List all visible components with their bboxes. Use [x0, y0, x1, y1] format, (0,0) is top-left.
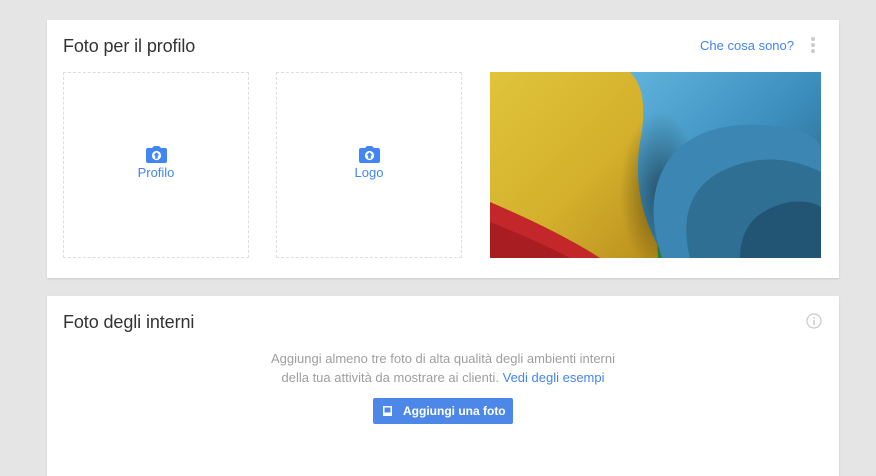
- add-photo-button[interactable]: Aggiungi una foto: [373, 398, 513, 424]
- interior-photos-title: Foto degli interni: [63, 312, 195, 332]
- what-are-these-link[interactable]: Che cosa sono?: [700, 38, 794, 53]
- logo-upload[interactable]: Logo: [276, 72, 462, 258]
- profile-photo-upload[interactable]: Profilo: [63, 72, 249, 258]
- profile-photos-card: Foto per il profilo Che cosa sono? Profi…: [47, 20, 839, 278]
- camera-icon: [358, 146, 380, 163]
- description-line-2: della tua attività da mostrare ai client…: [47, 368, 839, 387]
- interior-photos-card: Foto degli interni Aggiungi almeno tre f…: [47, 296, 839, 476]
- info-icon[interactable]: [806, 313, 822, 329]
- cover-photo[interactable]: [490, 72, 821, 258]
- see-examples-link[interactable]: Vedi degli esempi: [503, 370, 605, 385]
- add-photo-label: Aggiungi una foto: [403, 404, 506, 418]
- logo-upload-label: Logo: [354, 165, 384, 180]
- profile-upload-label: Profilo: [137, 165, 175, 180]
- profile-photos-title: Foto per il profilo: [63, 36, 196, 56]
- more-vert-icon[interactable]: [807, 37, 819, 55]
- photo-icon: [383, 406, 392, 416]
- description-line-2-text: della tua attività da mostrare ai client…: [281, 370, 499, 385]
- camera-icon: [145, 146, 167, 163]
- description-line-1: Aggiungi almeno tre foto di alta qualità…: [271, 351, 615, 366]
- interior-photos-description: Aggiungi almeno tre foto di alta qualità…: [47, 349, 839, 387]
